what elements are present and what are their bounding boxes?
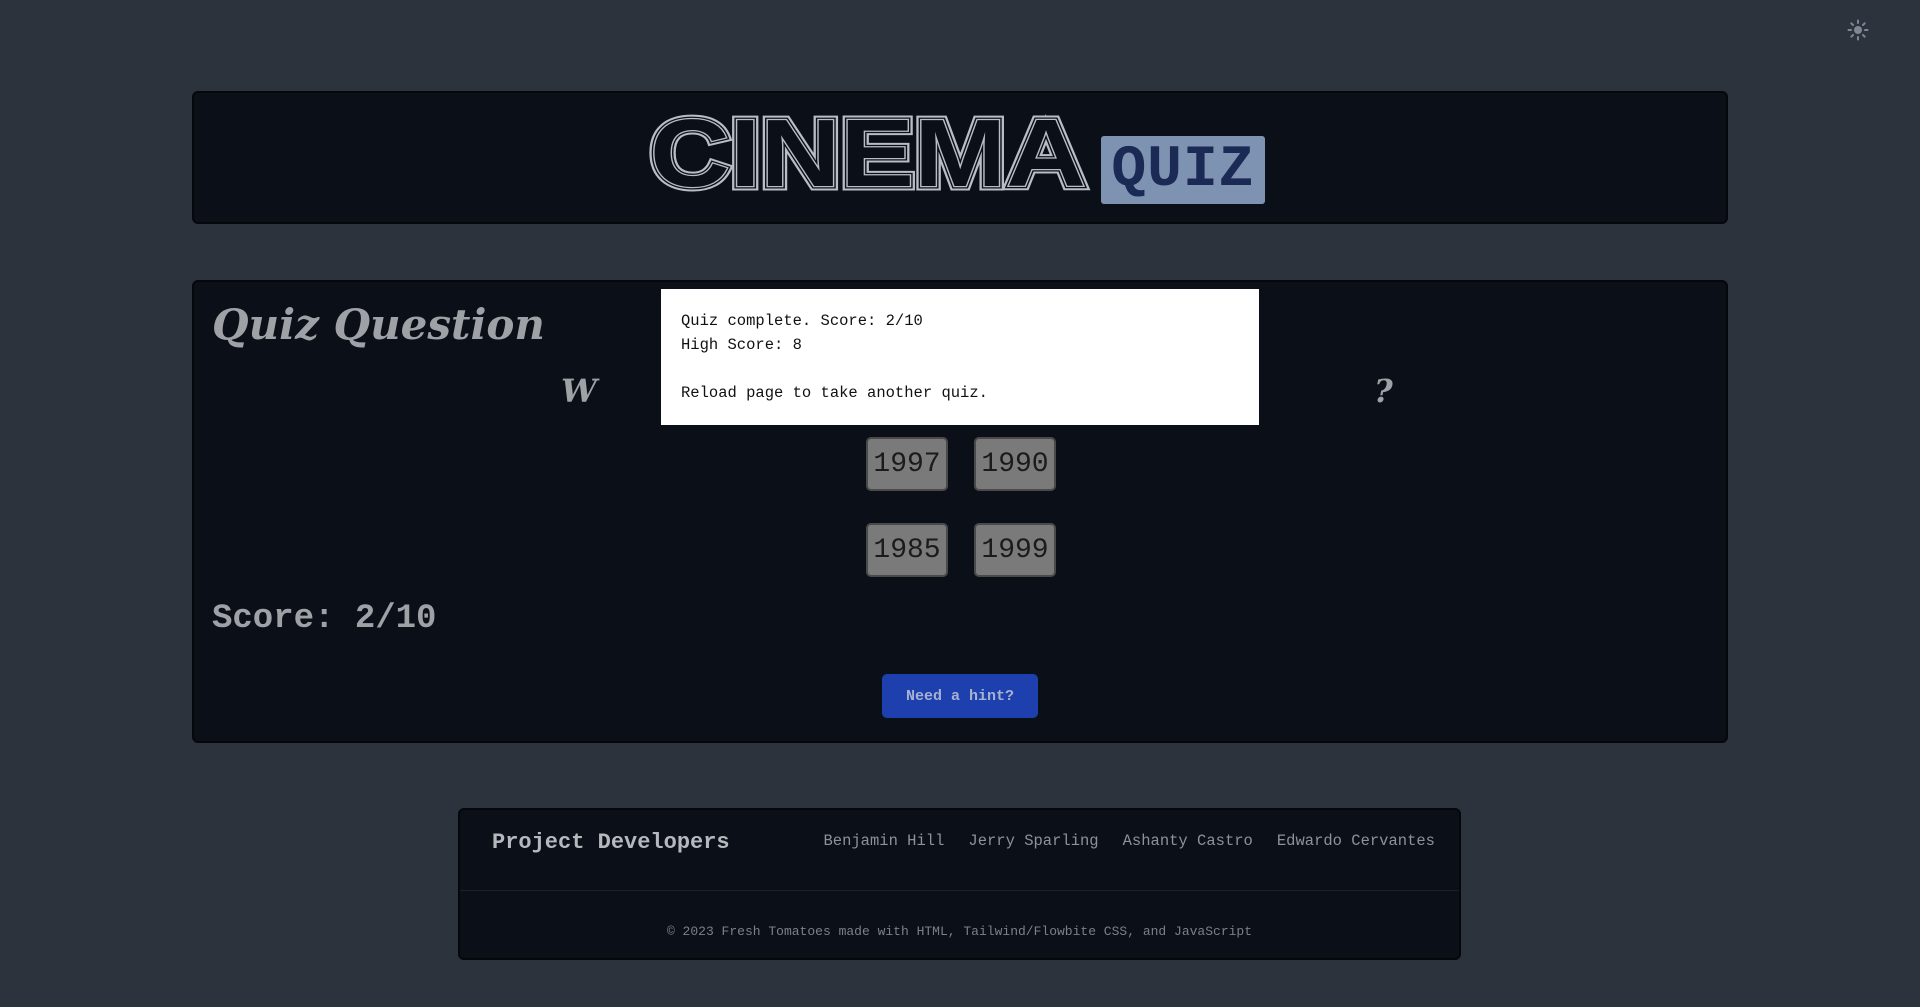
footer-title: Project Developers [492, 830, 730, 855]
developer-link[interactable]: Benjamin Hill [823, 832, 944, 850]
developer-link[interactable]: Edwardo Cervantes [1277, 832, 1435, 850]
cinema-logo: CINEMA CINEMA CINEMA CINEMA [648, 104, 1091, 192]
answer-button[interactable]: 1985 [866, 523, 948, 577]
footer-panel: Project Developers Benjamin Hill Jerry S… [458, 808, 1461, 960]
hint-button[interactable]: Need a hint? [882, 674, 1038, 718]
answer-button[interactable]: 1999 [974, 523, 1056, 577]
answer-button[interactable]: 1990 [974, 437, 1056, 491]
theme-toggle-button[interactable] [1845, 17, 1871, 43]
dialog-high-score-line: High Score: 8 [681, 336, 802, 354]
footer-divider [460, 890, 1459, 891]
quiz-complete-dialog: Quiz complete. Score: 2/10 High Score: 8… [661, 289, 1259, 425]
developer-link[interactable]: Ashanty Castro [1123, 832, 1253, 850]
score-display: Score: 2/10 [212, 600, 437, 638]
developer-link[interactable]: Jerry Sparling [968, 832, 1098, 850]
question-end: ? [1374, 372, 1393, 410]
answer-button[interactable]: 1997 [866, 437, 948, 491]
copyright-text: © 2023 Fresh Tomatoes made with HTML, Ta… [666, 924, 1253, 939]
dialog-score-line: Quiz complete. Score: 2/10 [681, 312, 923, 330]
sun-icon [1847, 19, 1869, 41]
svg-text:CINEMA: CINEMA [650, 104, 1086, 192]
quiz-badge: QUIZ [1101, 136, 1265, 204]
quiz-title: Quiz Question [212, 300, 545, 349]
dialog-reload-line: Reload page to take another quiz. [681, 384, 988, 402]
developer-list: Benjamin Hill Jerry Sparling Ashanty Cas… [823, 832, 1435, 850]
question-start: W [561, 372, 597, 410]
